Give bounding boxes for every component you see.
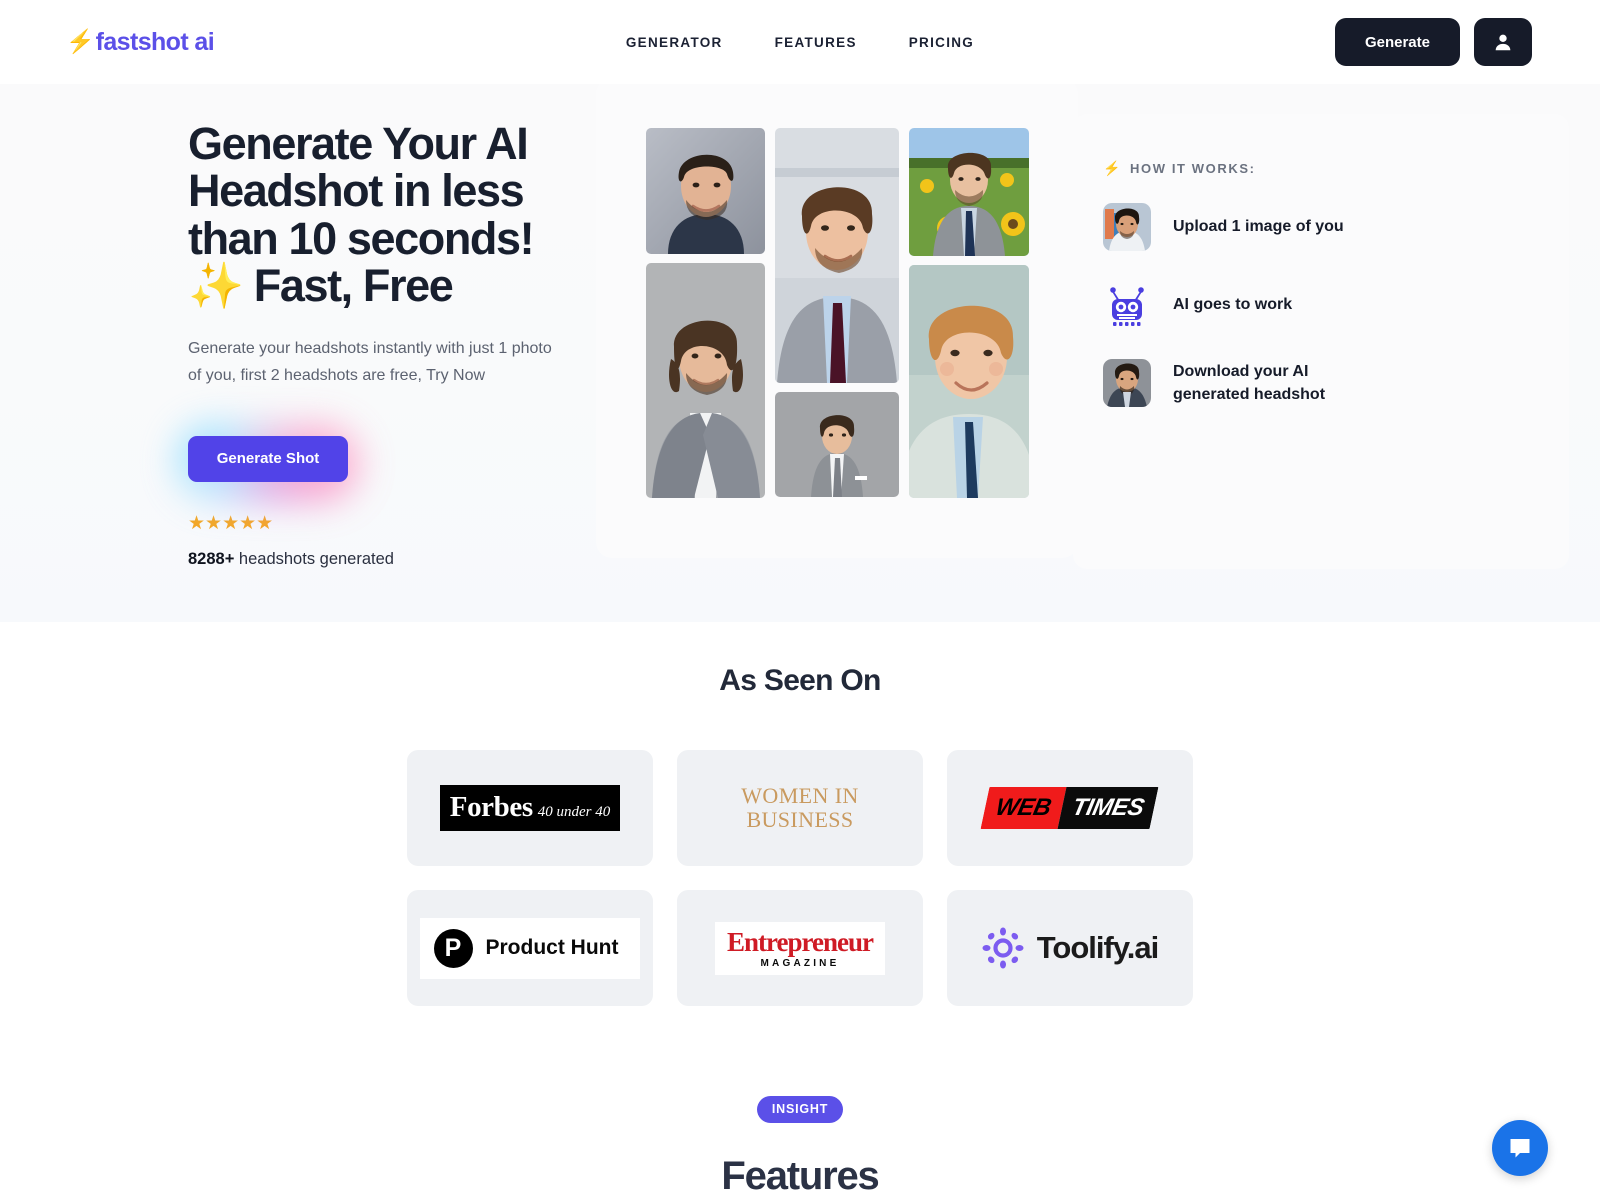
generate-shot-button[interactable]: Generate Shot: [188, 435, 348, 482]
collage-photo[interactable]: [909, 265, 1029, 498]
collage-photo[interactable]: [909, 128, 1029, 256]
hero-section: Generate Your AI Headshot in less than 1…: [0, 84, 1600, 622]
page-title: Generate Your AI Headshot in less than 1…: [188, 118, 535, 312]
press-logo-women-in-business[interactable]: WOMEN IN BUSINESS: [677, 750, 923, 866]
headshots-generated-count: 8288+ headshots generated: [188, 550, 588, 569]
logo[interactable]: ⚡ fastshot ai: [66, 27, 215, 57]
entrepreneur-wordmark: Entrepreneur: [727, 926, 874, 957]
press-logo-web-times[interactable]: WEB TIMES: [947, 750, 1193, 866]
step-label: AI goes to work: [1173, 296, 1293, 314]
press-logo-forbes[interactable]: Forbes 40 under 40: [407, 750, 653, 866]
collage-photo[interactable]: [775, 392, 899, 497]
download-photo-thumbnail: [1103, 359, 1151, 407]
lightning-bolt-icon: ⚡: [1103, 160, 1123, 176]
as-seen-on-section: As Seen On Forbes 40 under 40 WOMEN IN B…: [0, 622, 1600, 1199]
step-label: Upload 1 image of you: [1173, 218, 1344, 236]
person-icon: [1495, 34, 1511, 51]
insight-section: INSIGHT Features: [0, 1096, 1600, 1199]
collage-photo[interactable]: [775, 128, 899, 383]
nav-item-generator[interactable]: GENERATOR: [626, 35, 723, 50]
entrepreneur-subtitle: MAGAZINE: [760, 957, 840, 969]
how-it-works-steps: Upload 1 image of you AI goes to work Do…: [1103, 203, 1569, 407]
how-it-works-panel: ⚡ HOW IT WORKS: Upload 1 image of you AI…: [1073, 114, 1569, 569]
collage-photo[interactable]: [646, 128, 765, 254]
header-actions: Generate: [1334, 18, 1532, 66]
headshots-count-number: 8288+: [188, 549, 235, 568]
features-title: Features: [721, 1154, 879, 1198]
logo-text: fastshot ai: [95, 27, 215, 56]
how-it-works-step: AI goes to work: [1103, 281, 1569, 329]
women-in-business-logo: WOMEN IN BUSINESS: [741, 784, 858, 832]
how-it-works-label: HOW IT WORKS:: [1130, 161, 1256, 176]
chat-bubble-icon: [1510, 1139, 1530, 1158]
generate-button[interactable]: Generate: [1334, 18, 1460, 66]
how-it-works-step: Download your AI generated headshot: [1103, 359, 1569, 407]
entrepreneur-logo: Entrepreneur MAGAZINE: [715, 921, 885, 975]
as-seen-on-title: As Seen On: [719, 664, 881, 697]
forbes-logo: Forbes 40 under 40: [439, 785, 621, 831]
press-logo-grid: Forbes 40 under 40 WOMEN IN BUSINESS WEB…: [407, 750, 1193, 1006]
press-logo-product-hunt[interactable]: P Product Hunt: [407, 890, 653, 1006]
forbes-tagline: 40 under 40: [537, 804, 611, 820]
nav-item-pricing[interactable]: PRICING: [909, 35, 974, 50]
webtimes-part-1: WEB: [980, 787, 1067, 829]
toolify-wordmark: Toolify.ai: [1036, 930, 1159, 965]
star-rating: ★★★★★: [188, 512, 274, 534]
lightning-bolt-icon: ⚡: [66, 27, 95, 54]
step-label: Download your AI generated headshot: [1173, 362, 1326, 403]
wib-line-2: BUSINESS: [746, 807, 854, 832]
toolify-flower-icon: [982, 927, 1024, 969]
hero-subtitle: Generate your headshots instantly with j…: [188, 339, 552, 385]
toolify-logo: Toolify.ai: [982, 927, 1159, 969]
insight-badge: INSIGHT: [756, 1096, 844, 1123]
headshot-collage: [596, 84, 1078, 558]
product-hunt-wordmark: Product Hunt: [485, 936, 619, 959]
account-button[interactable]: [1474, 18, 1532, 66]
collage-photo[interactable]: [646, 263, 765, 498]
collage-column: [646, 128, 765, 498]
how-it-works-step: Upload 1 image of you: [1103, 203, 1569, 251]
web-times-logo: WEB TIMES: [980, 787, 1160, 829]
wib-line-1: WOMEN IN: [741, 783, 859, 809]
site-header: ⚡ fastshot ai GENERATOR FEATURES PRICING…: [0, 0, 1600, 84]
forbes-wordmark: Forbes: [449, 791, 533, 823]
how-it-works-heading: ⚡ HOW IT WORKS:: [1103, 160, 1569, 177]
webtimes-part-2: TIMES: [1057, 787, 1160, 829]
headshots-count-label: headshots generated: [234, 549, 394, 568]
product-hunt-logo: P Product Hunt: [419, 917, 641, 979]
robot-icon: [1103, 281, 1151, 329]
product-hunt-mark-icon: P: [433, 928, 473, 968]
hero-copy: Generate Your AI Headshot in less than 1…: [174, 118, 588, 569]
main-nav: GENERATOR FEATURES PRICING: [626, 35, 974, 50]
chat-widget-button[interactable]: [1492, 1120, 1548, 1176]
upload-photo-thumbnail: [1103, 203, 1151, 251]
nav-item-features[interactable]: FEATURES: [775, 35, 857, 50]
press-logo-toolify[interactable]: Toolify.ai: [947, 890, 1193, 1006]
collage-column: [909, 128, 1029, 498]
collage-column: [775, 128, 899, 498]
press-logo-entrepreneur[interactable]: Entrepreneur MAGAZINE: [677, 890, 923, 1006]
cta-container: Generate Shot: [174, 421, 362, 504]
